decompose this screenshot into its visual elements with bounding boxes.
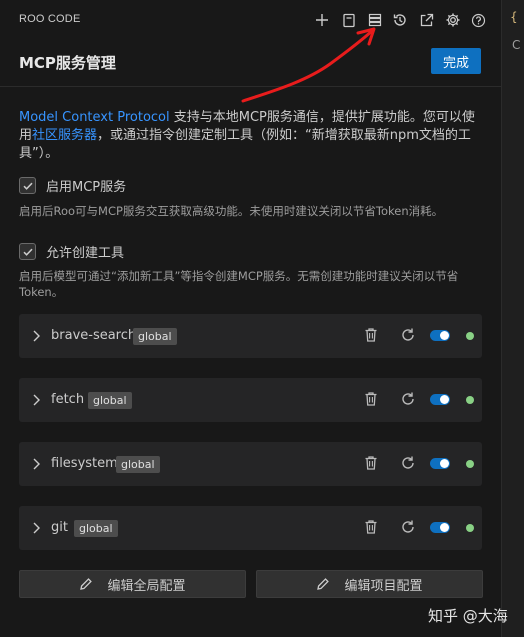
divider	[0, 86, 501, 87]
refresh-icon[interactable]	[400, 327, 416, 343]
mcp-docs-link[interactable]: Model Context Protocol	[19, 110, 170, 125]
scope-badge: global	[74, 520, 118, 537]
popout-icon[interactable]	[416, 10, 436, 30]
server-row[interactable]: brave-search global	[19, 314, 482, 358]
refresh-icon[interactable]	[400, 519, 416, 535]
edit-global-config-label: 编辑全局配置	[107, 578, 186, 594]
status-dot	[466, 332, 474, 340]
top-bar: ROO CODE	[0, 0, 501, 40]
editor-fragment-icon: C	[512, 38, 521, 52]
allow-create-hint: 启用后模型可通过“添加新工具”等指令创建MCP服务。无需创建功能时建议关闭以节省…	[19, 269, 459, 299]
watermark: 知乎 @大海	[428, 607, 508, 625]
server-name: fetch	[51, 392, 85, 407]
history-icon[interactable]	[390, 10, 410, 30]
status-dot	[466, 460, 474, 468]
allow-create-setting: 允许创建工具	[19, 242, 124, 261]
toggle-knob	[440, 395, 449, 404]
check-icon	[22, 182, 33, 190]
gear-icon[interactable]	[443, 10, 463, 30]
toggle-knob	[440, 523, 449, 532]
done-button[interactable]: 完成	[431, 48, 481, 74]
notebook-icon[interactable]	[339, 10, 359, 30]
status-dot	[466, 524, 474, 532]
extension-title: ROO CODE	[19, 13, 81, 25]
trash-icon[interactable]	[364, 391, 378, 407]
enable-mcp-checkbox[interactable]	[19, 177, 36, 194]
server-toggle[interactable]	[430, 522, 450, 533]
toggle-knob	[440, 331, 449, 340]
chevron-right-icon[interactable]	[31, 456, 43, 472]
server-name: brave-search	[51, 328, 137, 343]
enable-mcp-label[interactable]: 启用MCP服务	[46, 176, 126, 195]
page-title: MCP服务管理	[19, 54, 116, 72]
help-icon[interactable]	[468, 10, 488, 30]
pencil-icon	[80, 578, 93, 590]
server-name: git	[51, 520, 68, 535]
allow-create-label[interactable]: 允许创建工具	[46, 242, 124, 261]
server-toggle[interactable]	[430, 394, 450, 405]
editor-edge: { C	[501, 0, 524, 637]
status-dot	[466, 396, 474, 404]
trash-icon[interactable]	[364, 519, 378, 535]
pencil-icon	[317, 578, 330, 590]
scope-badge: global	[116, 456, 160, 473]
edit-project-config-label: 编辑项目配置	[344, 578, 423, 594]
trash-icon[interactable]	[364, 455, 378, 471]
plus-icon[interactable]	[312, 10, 332, 30]
server-toggle[interactable]	[430, 458, 450, 469]
enable-mcp-setting: 启用MCP服务	[19, 176, 126, 195]
mcp-description: Model Context Protocol 支持与本地MCP服务通信，提供扩展…	[19, 109, 481, 163]
mcp-panel: ROO CODE MCP服务管理 完成 Model Context Protoc…	[0, 0, 501, 637]
allow-create-checkbox[interactable]	[19, 243, 36, 260]
chevron-right-icon[interactable]	[31, 520, 43, 536]
server-icon[interactable]	[365, 10, 385, 30]
enable-mcp-hint: 启用后Roo可与MCP服务交互获取高级功能。未使用时建议关闭以节省Token消耗…	[19, 204, 444, 218]
edit-global-config-button[interactable]: 编辑全局配置	[19, 570, 246, 598]
scope-badge: global	[133, 328, 177, 345]
server-toggle[interactable]	[430, 330, 450, 341]
brace-icon: {	[510, 10, 518, 24]
toggle-knob	[440, 459, 449, 468]
chevron-right-icon[interactable]	[31, 392, 43, 408]
check-icon	[22, 248, 33, 256]
chevron-right-icon[interactable]	[31, 328, 43, 344]
server-row[interactable]: fetch global	[19, 378, 482, 422]
server-row[interactable]: filesystem global	[19, 442, 482, 486]
edit-project-config-button[interactable]: 编辑项目配置	[256, 570, 483, 598]
refresh-icon[interactable]	[400, 455, 416, 471]
community-servers-link[interactable]: 社区服务器	[32, 128, 97, 143]
server-name: filesystem	[51, 456, 118, 471]
server-row[interactable]: git global	[19, 506, 482, 550]
trash-icon[interactable]	[364, 327, 378, 343]
scope-badge: global	[88, 392, 132, 409]
refresh-icon[interactable]	[400, 391, 416, 407]
